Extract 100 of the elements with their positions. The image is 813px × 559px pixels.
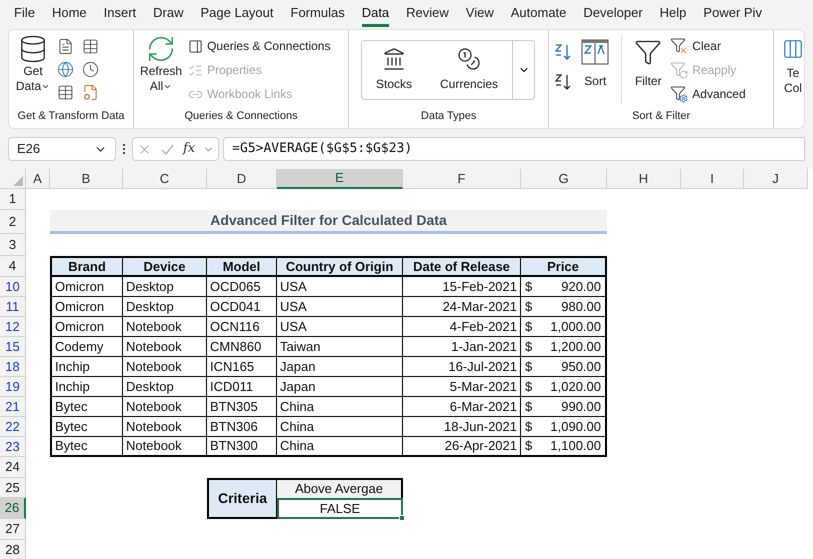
table-cell: China xyxy=(277,397,403,417)
column-header[interactable]: G xyxy=(521,169,607,189)
column-header[interactable]: E xyxy=(277,169,403,189)
coins-icon xyxy=(457,47,482,71)
table-header-cell: Brand xyxy=(52,258,123,277)
row-header[interactable]: 3 xyxy=(0,234,26,256)
table-cell: OCN116 xyxy=(207,317,277,337)
menu-tab[interactable]: Power Piv xyxy=(703,2,762,26)
table-cell: 4-Feb-2021 xyxy=(403,317,521,337)
menu-tab[interactable]: Developer xyxy=(583,2,643,26)
ribbon-label[interactable]: Te xyxy=(786,66,800,81)
get-data-button[interactable]: Get Data xyxy=(13,34,53,94)
table-cell: Bytec xyxy=(52,437,123,455)
sort-button[interactable]: Sort xyxy=(577,34,614,90)
currency-symbol: $ xyxy=(525,338,532,356)
data-source-icon[interactable] xyxy=(82,61,99,78)
table-cell: Japan xyxy=(277,357,403,377)
sort-ascending-icon[interactable] xyxy=(553,42,574,62)
price-amount: 990.00 xyxy=(561,398,601,416)
row-header[interactable]: 25 xyxy=(0,478,26,498)
caret-icon xyxy=(163,82,172,91)
row-header[interactable]: 21 xyxy=(0,397,26,417)
data-source-icon[interactable] xyxy=(82,38,99,55)
row-header[interactable]: 4 xyxy=(0,256,26,277)
table-cell: 1-Jan-2021 xyxy=(403,337,521,357)
row-header[interactable]: 1 xyxy=(0,189,26,210)
column-header[interactable]: B xyxy=(50,169,123,189)
data-source-icon[interactable] xyxy=(57,84,74,101)
data-source-icon[interactable] xyxy=(57,38,74,55)
table-cell: Notebook xyxy=(123,397,207,417)
data-source-icon[interactable] xyxy=(82,84,99,101)
price-amount: 1,000.00 xyxy=(550,318,601,336)
caret-icon xyxy=(41,82,50,91)
table-cell: 18-Jun-2021 xyxy=(403,417,521,437)
column-header[interactable]: H xyxy=(607,169,681,189)
table-cell: Notebook xyxy=(123,417,207,437)
menu-tab[interactable]: Draw xyxy=(153,2,184,26)
database-icon xyxy=(18,34,48,64)
table-cell: 5-Mar-2021 xyxy=(403,377,521,397)
table-cell: Bytec xyxy=(52,417,123,437)
currency-symbol: $ xyxy=(525,318,532,336)
menu-tab[interactable]: Home xyxy=(52,2,87,26)
column-header[interactable]: I xyxy=(681,169,744,189)
row-header[interactable]: 27 xyxy=(0,519,26,540)
column-header[interactable]: A xyxy=(26,169,50,189)
table-cell: China xyxy=(277,437,403,455)
row-header[interactable]: 23 xyxy=(0,437,26,457)
row-header[interactable]: 2 xyxy=(0,210,26,234)
price-amount: 920.00 xyxy=(561,278,601,296)
criteria-value-cell[interactable]: FALSE xyxy=(277,498,403,519)
sort-descending-icon[interactable] xyxy=(553,72,574,92)
menu-tab[interactable]: View xyxy=(466,2,494,26)
row-header[interactable]: 28 xyxy=(0,540,26,559)
table-cell: 15-Feb-2021 xyxy=(403,277,521,297)
row-header[interactable]: 26 xyxy=(0,498,26,519)
formula-field[interactable]: =G5>AVERAGE($G$5:$G$23) xyxy=(223,137,805,161)
menu-tab[interactable]: Insert xyxy=(104,2,136,26)
insert-function-button[interactable]: fx xyxy=(183,139,196,159)
name-box[interactable]: E26 xyxy=(8,137,116,161)
table-cell: Taiwan xyxy=(277,337,403,357)
table-cell: BTN305 xyxy=(207,397,277,417)
ribbon-label[interactable]: Col xyxy=(784,81,802,96)
row-header[interactable]: 22 xyxy=(0,417,26,437)
table-header-cell: Price xyxy=(521,258,605,277)
table-cell: USA xyxy=(277,277,403,297)
menu-tab[interactable]: Automate xyxy=(510,2,566,26)
menu-tab[interactable]: Page Layout xyxy=(200,2,274,26)
row-header[interactable]: 18 xyxy=(0,357,26,377)
column-header[interactable]: D xyxy=(207,169,277,189)
table-cell: 26-Apr-2021 xyxy=(403,437,521,455)
table-cell: Inchip xyxy=(52,377,123,397)
refresh-all-button[interactable]: Refresh All xyxy=(138,34,184,94)
menu-tab[interactable]: Review xyxy=(406,2,449,26)
row-header[interactable]: 19 xyxy=(0,377,26,397)
row-header[interactable]: 24 xyxy=(0,457,26,478)
fill-handle[interactable] xyxy=(399,515,405,521)
column-header[interactable]: J xyxy=(744,169,808,189)
ribbon-command[interactable]: Clear xyxy=(670,34,746,58)
table-cell: Notebook xyxy=(123,317,207,337)
table-cell: Notebook xyxy=(123,437,207,455)
data-source-icon[interactable] xyxy=(57,61,74,78)
column-header[interactable]: F xyxy=(403,169,521,189)
more-icon[interactable] xyxy=(120,144,128,154)
menu-tab[interactable]: Help xyxy=(660,2,686,26)
ribbon-command[interactable]: Advanced xyxy=(670,82,746,106)
table-cell: Japan xyxy=(277,377,403,397)
row-header[interactable]: 11 xyxy=(0,297,26,317)
text-to-columns-icon[interactable] xyxy=(782,38,804,60)
data-type-button[interactable]: Currencies xyxy=(426,41,512,99)
column-header[interactable]: C xyxy=(123,169,207,189)
table-cell: BTN300 xyxy=(207,437,277,455)
menu-tab[interactable]: Formulas xyxy=(290,2,345,26)
currency-symbol: $ xyxy=(525,398,532,416)
row-header[interactable]: 10 xyxy=(0,277,26,297)
ribbon-command[interactable]: Queries & Connections xyxy=(188,34,330,58)
data-type-button[interactable]: Stocks xyxy=(362,41,426,99)
filter-button[interactable]: Filter xyxy=(630,34,666,90)
menu-tab[interactable]: File xyxy=(14,2,35,26)
row-header[interactable]: 15 xyxy=(0,337,26,357)
row-header[interactable]: 12 xyxy=(0,317,26,337)
